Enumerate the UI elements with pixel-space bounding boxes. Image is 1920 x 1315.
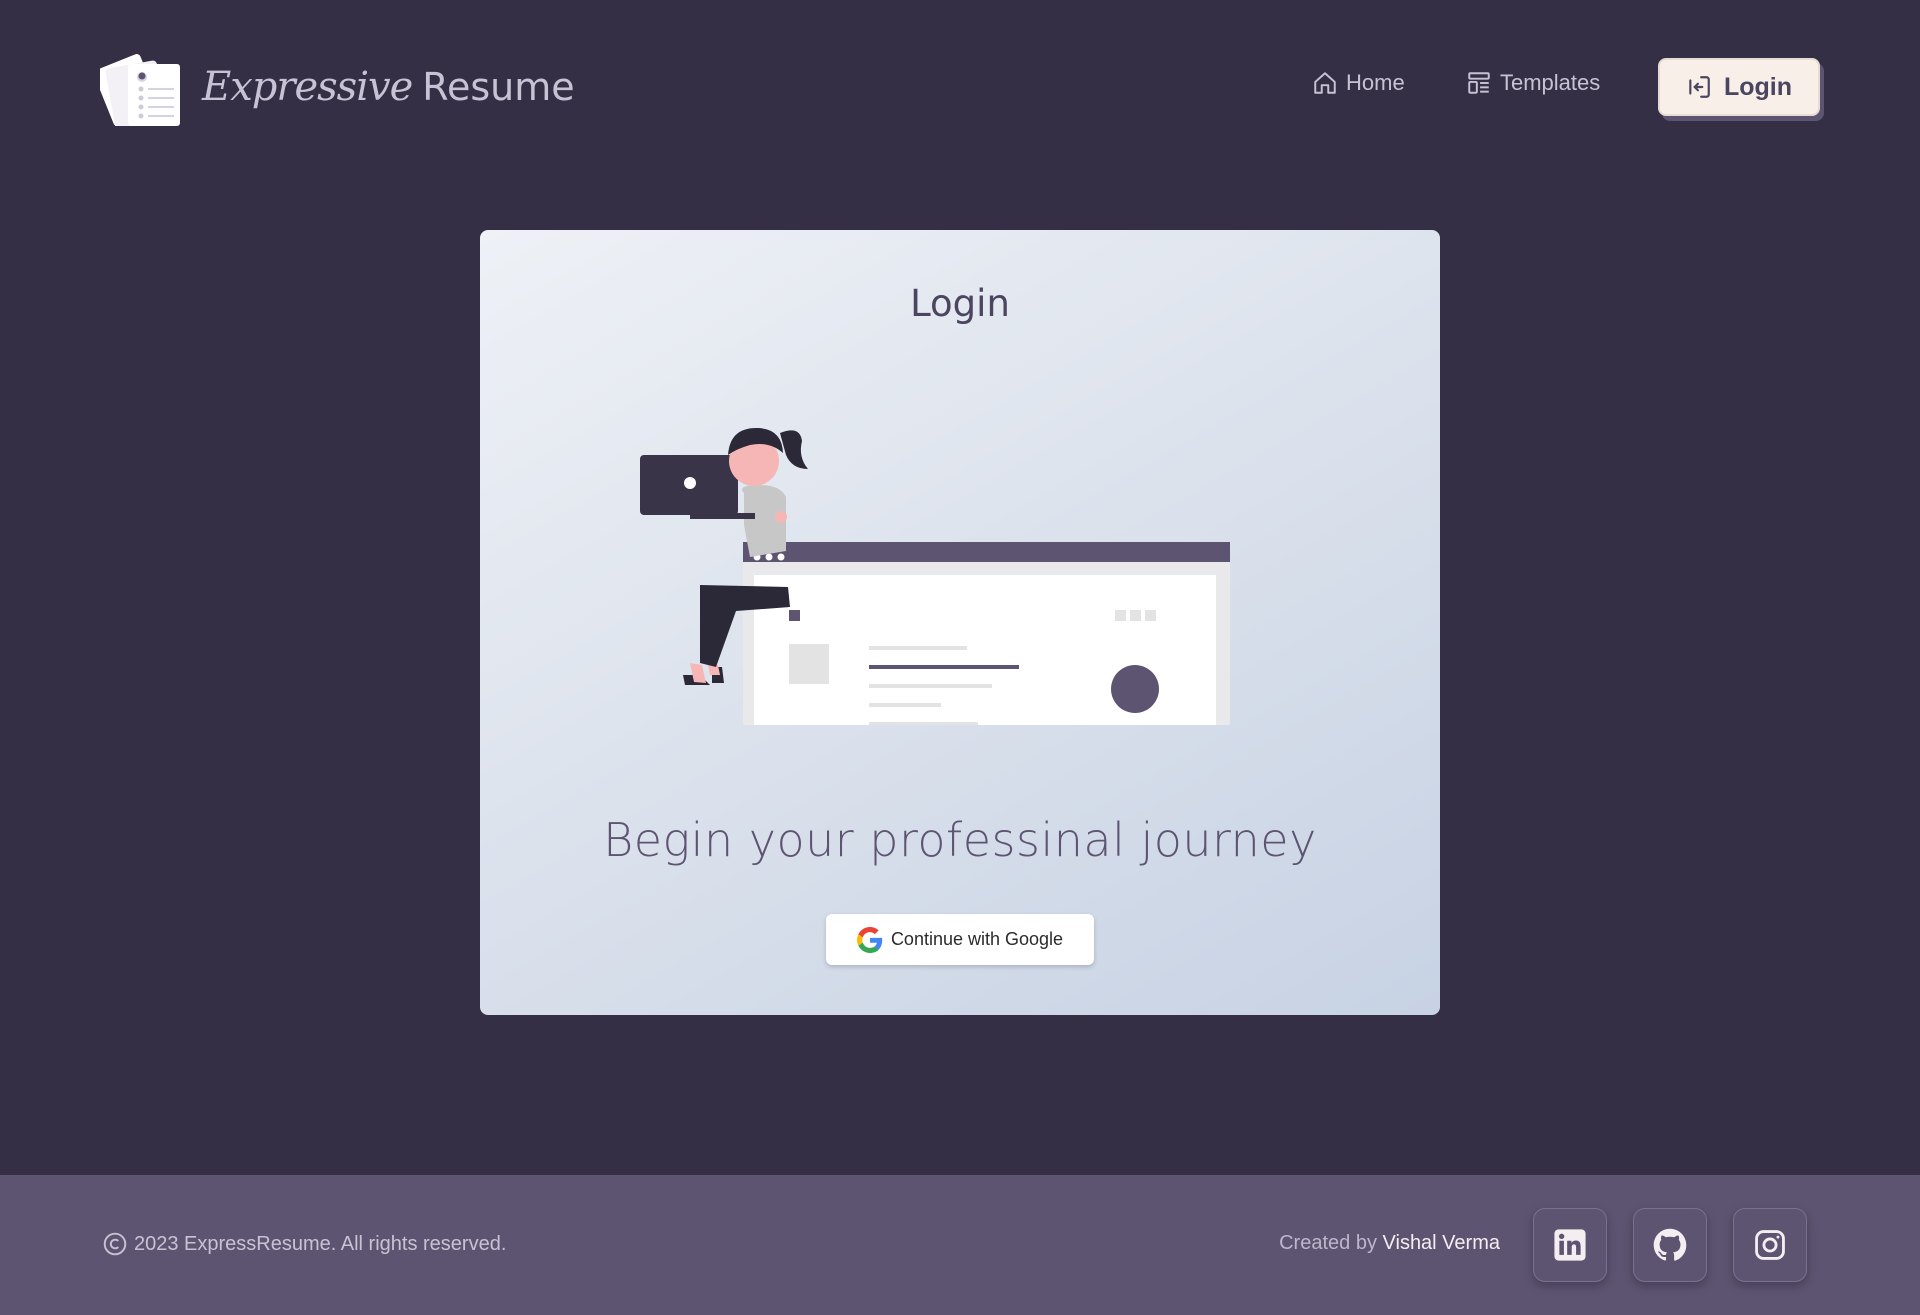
site-header: Expressive Resume Home Templates Login: [0, 0, 1920, 175]
logo-word-text: Resume: [422, 65, 575, 109]
instagram-button[interactable]: [1733, 1208, 1807, 1282]
credit: Created by Vishal Verma: [1279, 1232, 1500, 1255]
logo[interactable]: Expressive Resume: [93, 48, 575, 130]
copyright: 2023 ExpressResume. All rights reserved.: [102, 1231, 506, 1257]
continue-with-google-label: Continue with Google: [890, 929, 1064, 949]
page: Expressive Resume Home Templates Login L…: [0, 0, 1920, 1315]
linkedin-icon: [1554, 1229, 1586, 1261]
linkedin-button[interactable]: [1533, 1208, 1607, 1282]
github-icon: [1653, 1228, 1687, 1261]
nav-home-label: Home: [1346, 70, 1405, 95]
login-button[interactable]: Login: [1658, 58, 1820, 116]
templates-icon: [1468, 72, 1490, 94]
logo-text: Expressive Resume: [202, 64, 575, 110]
instagram-icon: [1755, 1230, 1785, 1260]
login-button-label: Login: [1723, 72, 1793, 101]
credit-name-link[interactable]: Vishal Verma: [1383, 1232, 1500, 1254]
continue-with-google-button[interactable]: Continue with Google: [826, 914, 1094, 965]
copyright-icon: [103, 1232, 127, 1256]
login-icon: [1689, 76, 1710, 98]
login-title: Login: [910, 282, 1010, 325]
login-card: Login Begin your professinal journey Con…: [480, 230, 1440, 1015]
home-icon: [1314, 72, 1336, 94]
copyright-text: 2023 ExpressResume. All rights reserved.: [134, 1232, 507, 1255]
tagline: Begin your professinal journey: [603, 813, 1317, 867]
github-button[interactable]: [1633, 1208, 1707, 1282]
resume-logo-icon: [93, 48, 182, 130]
nav-templates-link[interactable]: Templates: [1466, 70, 1600, 96]
nav-templates-label: Templates: [1500, 70, 1601, 95]
nav-home-link[interactable]: Home: [1312, 70, 1405, 96]
login-illustration: [640, 427, 1230, 725]
site-footer: 2023 ExpressResume. All rights reserved.…: [0, 1175, 1920, 1315]
credit-prefix: Created by: [1279, 1232, 1377, 1254]
google-icon: [856, 926, 883, 953]
logo-script-text: Expressive: [202, 64, 413, 110]
